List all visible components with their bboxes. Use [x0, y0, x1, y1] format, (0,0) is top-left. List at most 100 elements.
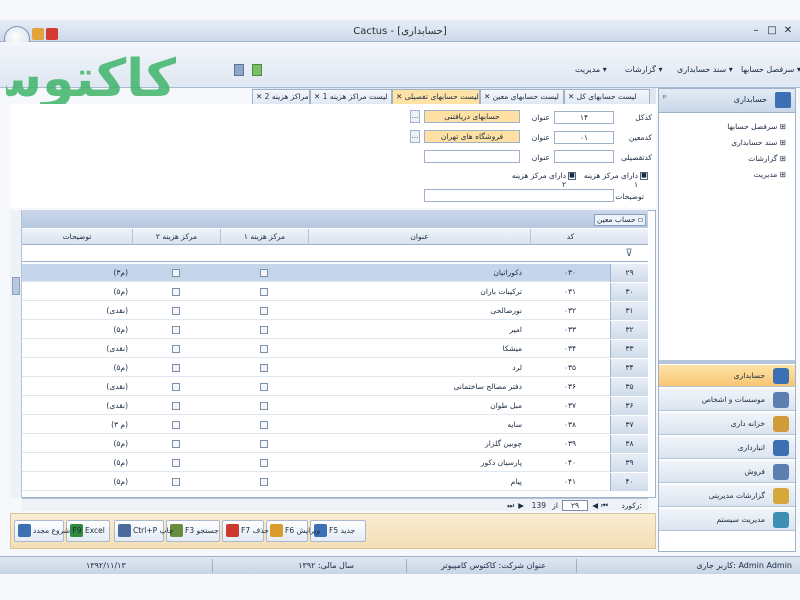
table-row[interactable]: ۳۷ ۰۳۸ سایه (۳ م) [22, 416, 648, 434]
pager-last-icon[interactable]: ⏭ [507, 499, 514, 512]
row-cc1-checkbox[interactable] [260, 345, 268, 353]
row-number[interactable]: ۳۷ [610, 416, 648, 434]
row-cc2-checkbox[interactable] [172, 421, 180, 429]
toolbar-button-edit[interactable]: F6 ویرایش [266, 520, 320, 542]
nav-button[interactable]: مدیریت سیستم [659, 509, 795, 531]
row-number[interactable]: ۳۸ [610, 435, 648, 453]
pin-icon[interactable]: ᵖ [663, 93, 666, 102]
quick-access-icon[interactable] [32, 28, 44, 40]
doc-icon[interactable] [234, 64, 244, 76]
row-number[interactable]: ۳۱ [610, 302, 648, 320]
table-row[interactable]: ۳۳ ۰۳۴ میشکا (نقدی) [22, 340, 648, 358]
row-number[interactable]: ۳۰ [610, 283, 648, 301]
row-cc2-checkbox[interactable] [172, 402, 180, 410]
tab-cc1[interactable]: ✕ لیست مراکز هزینه 1 [310, 89, 392, 104]
table-row[interactable]: ۳۶ ۰۳۷ مبل طوان (نقدی) [22, 397, 648, 415]
col-cc2[interactable]: مرکز هزینه ۲ [132, 229, 220, 245]
nav-button[interactable]: گزارشات مدیریتی [659, 485, 795, 507]
cc1-checkbox[interactable]: ■ [640, 172, 648, 180]
nav-button[interactable]: فروش [659, 461, 795, 483]
nav-splitter[interactable] [659, 360, 795, 364]
cc2-checkbox[interactable]: ■ [568, 172, 576, 180]
expand-icon[interactable]: ⊞ [780, 122, 786, 131]
row-number[interactable]: ۳۶ [610, 397, 648, 415]
nav-button[interactable]: انبارداری [659, 437, 795, 459]
row-cc2-checkbox[interactable] [172, 459, 180, 467]
row-number[interactable]: ۲۹ [610, 264, 648, 282]
row-cc1-checkbox[interactable] [260, 364, 268, 372]
tab-kol[interactable]: ✕ لیست حسابهای کل [564, 89, 650, 104]
menu-item-reports[interactable]: گزارشات ▾ [622, 62, 666, 78]
row-cc2-checkbox[interactable] [172, 440, 180, 448]
nav-button[interactable]: حسابداری [659, 365, 795, 387]
row-cc2-checkbox[interactable] [172, 326, 180, 334]
row-number[interactable]: ۳۵ [610, 378, 648, 396]
table-row[interactable]: ۳۱ ۰۳۲ نورصالحی (نقدی) [22, 302, 648, 320]
kol-lookup-button[interactable]: ... [410, 110, 420, 123]
filter-row[interactable]: ⊽ [22, 245, 648, 262]
table-row[interactable]: ۳۴ ۰۳۵ لرد (۵م) [22, 359, 648, 377]
toolbar-button-search[interactable]: F3 جستجو [166, 520, 220, 542]
scroll-thumb[interactable] [12, 277, 20, 295]
moein-input[interactable]: ۰۱ [554, 131, 614, 144]
table-row[interactable]: ۳۹ ۰۴۰ پارسیان دکور (۵م) [22, 454, 648, 472]
row-number[interactable]: ۳۲ [610, 321, 648, 339]
minimize-icon[interactable]: – [748, 24, 764, 38]
table-row[interactable]: ۲۹ ۰۳۰ دکوراتیان (۳م) [22, 264, 648, 282]
tab-moein[interactable]: ✕ لیست حسابهای معین [480, 89, 564, 104]
sheet-icon[interactable] [252, 64, 262, 76]
tab-tafsili[interactable]: ✕ لیست حسابهای تفصیلی [392, 89, 480, 104]
toolbar-button-restart[interactable]: شروع مجدد F9 [14, 520, 82, 542]
expand-icon[interactable]: ⊞ [780, 170, 786, 179]
maximize-icon[interactable]: □ [764, 24, 780, 38]
table-row[interactable]: ۴۰ ۰۴۱ پیام (۵م) [22, 473, 648, 491]
row-cc2-checkbox[interactable] [172, 383, 180, 391]
col-desc[interactable]: توضیحات [22, 229, 132, 245]
col-code[interactable]: کد [530, 229, 610, 245]
row-number[interactable]: ۳۴ [610, 359, 648, 377]
col-title[interactable]: عنوان [308, 229, 530, 245]
table-row[interactable]: ۳۵ ۰۳۶ دفتر مصالح ساختمانی (نقدی) [22, 378, 648, 396]
row-cc1-checkbox[interactable] [260, 269, 268, 277]
table-row[interactable]: ۳۲ ۰۳۳ امیر (۵م) [22, 321, 648, 339]
row-cc1-checkbox[interactable] [260, 288, 268, 296]
toolbar-button-delete[interactable]: F7 حذف [222, 520, 269, 542]
moein-lookup-button[interactable]: ... [410, 130, 420, 143]
row-cc2-checkbox[interactable] [172, 307, 180, 315]
menu-item-management[interactable]: مدیریت ▾ [572, 62, 610, 78]
tafsili-title-input[interactable] [424, 150, 520, 163]
tree-item[interactable]: گزارشات ⊞ [748, 154, 786, 163]
row-number[interactable]: ۳۳ [610, 340, 648, 358]
row-cc1-checkbox[interactable] [260, 478, 268, 486]
pager-current-input[interactable]: ۲۹ [562, 500, 588, 511]
row-cc2-checkbox[interactable] [172, 345, 180, 353]
row-number[interactable]: ۴۰ [610, 473, 648, 491]
row-cc2-checkbox[interactable] [172, 288, 180, 296]
row-cc2-checkbox[interactable] [172, 364, 180, 372]
menu-item-voucher[interactable]: سند حسابداری ▾ [674, 62, 736, 78]
row-cc1-checkbox[interactable] [260, 402, 268, 410]
expand-icon[interactable]: ⊞ [780, 154, 786, 163]
row-cc1-checkbox[interactable] [260, 307, 268, 315]
toolbar-button-print[interactable]: Ctrl+P چاپ [114, 520, 174, 542]
row-cc1-checkbox[interactable] [260, 326, 268, 334]
row-cc2-checkbox[interactable] [172, 269, 180, 277]
row-cc1-checkbox[interactable] [260, 383, 268, 391]
row-number[interactable]: ۳۹ [610, 454, 648, 472]
tree-item[interactable]: سند حسابداری ⊞ [731, 138, 786, 147]
close-icon[interactable]: ✕ [780, 24, 796, 38]
table-row[interactable]: ۳۰ ۰۳۱ ترکیبات باران (۵م) [22, 283, 648, 301]
grid-scrollbar[interactable] [10, 210, 22, 498]
row-cc1-checkbox[interactable] [260, 459, 268, 467]
nav-button[interactable]: موسسات و اشخاص [659, 389, 795, 411]
row-cc2-checkbox[interactable] [172, 478, 180, 486]
pager-first-icon[interactable]: ⏮ [601, 499, 608, 512]
tree-item[interactable]: سرفصل حسابها ⊞ [727, 122, 786, 131]
tree-item[interactable]: مدیریت ⊞ [754, 170, 786, 179]
quick-access-close-icon[interactable] [46, 28, 58, 40]
tab-cc2[interactable]: ✕ لیست مراکز هزینه 2 [252, 89, 310, 104]
table-row[interactable]: ۳۸ ۰۳۹ چوبین گلزار (۵م) [22, 435, 648, 453]
menu-item-accounts[interactable]: سرفصل حسابها ▾ [738, 62, 800, 78]
expand-icon[interactable]: ⊞ [780, 138, 786, 147]
kol-input[interactable]: ۱۴ [554, 111, 614, 124]
